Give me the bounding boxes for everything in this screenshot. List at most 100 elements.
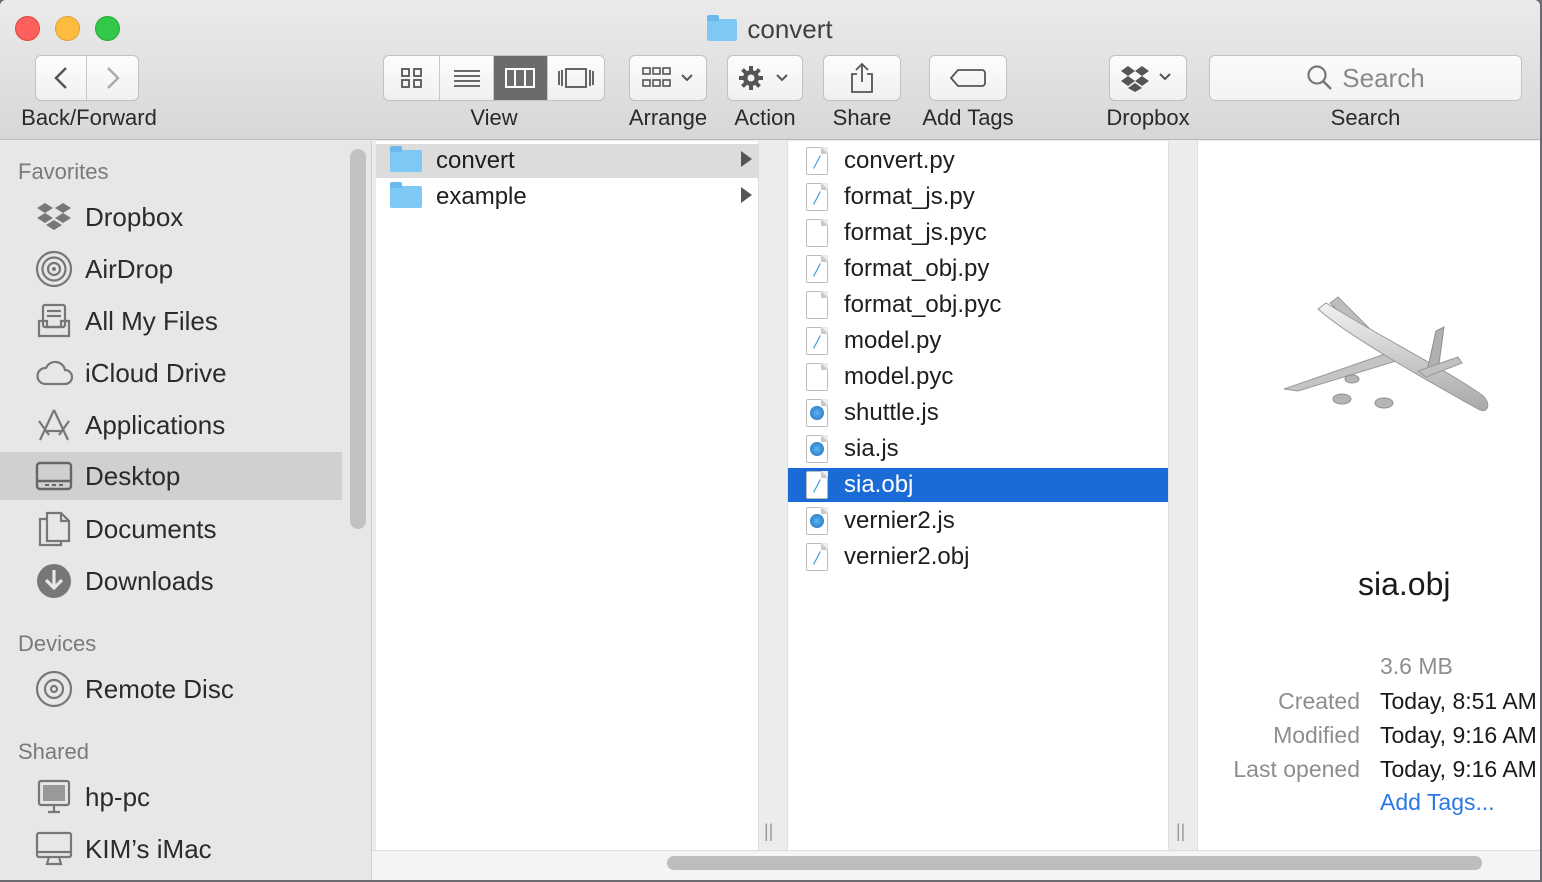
js-file-icon xyxy=(806,507,828,535)
file-row[interactable]: sia.js xyxy=(788,432,1168,466)
modified-value: Today, 9:16 AM xyxy=(1380,722,1537,748)
js-file-icon xyxy=(806,399,828,427)
sidebar-item-downloads[interactable]: Downloads xyxy=(0,557,342,605)
list-view-button[interactable] xyxy=(440,56,494,100)
script-file-icon: / xyxy=(806,255,828,283)
dropbox-icon xyxy=(1121,66,1171,92)
search-icon xyxy=(1307,65,1333,90)
script-file-icon: / xyxy=(806,543,828,571)
sidebar-item-label: Applications xyxy=(85,409,226,440)
sidebar-item-label: Downloads xyxy=(85,565,214,596)
add-tags-link[interactable]: Add Tags... xyxy=(1380,789,1495,816)
sidebar-item-all-my-files[interactable]: All My Files xyxy=(0,297,342,345)
created-value: Today, 8:51 AM xyxy=(1380,688,1537,714)
sidebar-item-icloud-drive[interactable]: iCloud Drive xyxy=(0,349,342,397)
folder-icon xyxy=(707,14,738,41)
script-file-icon: / xyxy=(806,183,828,211)
sidebar-item-desktop[interactable]: Desktop xyxy=(0,452,342,500)
folder-name: example xyxy=(436,183,527,210)
file-row[interactable]: / format_obj.py xyxy=(788,252,1168,286)
favorites-header: Favorites xyxy=(18,159,109,184)
cover-flow-button[interactable] xyxy=(548,56,604,100)
list-icon xyxy=(453,70,480,87)
action-label: Action xyxy=(734,105,796,130)
file-row[interactable]: format_obj.pyc xyxy=(788,288,1168,322)
icon-view-button[interactable] xyxy=(384,56,441,100)
file-row[interactable]: / model.py xyxy=(788,324,1168,358)
share-button[interactable] xyxy=(823,55,901,101)
dropbox-label: Dropbox xyxy=(1106,105,1190,130)
view-label: View xyxy=(470,105,518,130)
dropbox-icon xyxy=(35,198,73,236)
folder-row-convert[interactable]: convert xyxy=(376,144,758,178)
back-forward-control xyxy=(35,55,139,101)
file-row[interactable]: / convert.py xyxy=(788,144,1168,178)
file-name: shuttle.js xyxy=(844,399,939,426)
back-button[interactable] xyxy=(36,56,88,100)
airplane-preview-image xyxy=(1283,296,1489,411)
search-input[interactable]: Search xyxy=(1209,55,1522,101)
search-placeholder: Search xyxy=(1342,62,1425,93)
last-opened-value: Today, 9:16 AM xyxy=(1380,756,1537,782)
arrange-button[interactable] xyxy=(629,55,707,101)
preview-file-name: sia.obj xyxy=(1358,566,1451,602)
add-tags-label: Add Tags xyxy=(922,105,1014,130)
file-name: model.py xyxy=(844,327,942,354)
sidebar-item-documents[interactable]: Documents xyxy=(0,505,342,553)
folder-row-example[interactable]: example xyxy=(376,180,758,214)
blank-file-icon xyxy=(806,363,828,391)
sidebar-item-kims-imac[interactable]: KIM’s iMac xyxy=(0,825,342,873)
action-button[interactable] xyxy=(727,55,803,101)
file-name: format_js.py xyxy=(844,183,975,210)
file-row[interactable]: format_js.pyc xyxy=(788,216,1168,250)
file-row[interactable]: / vernier2.obj xyxy=(788,540,1168,574)
sidebar-item-label: AirDrop xyxy=(85,253,174,284)
share-icon xyxy=(851,62,873,93)
documents-icon xyxy=(35,510,73,548)
tag-icon xyxy=(949,69,986,87)
column-resize-handle[interactable]: || xyxy=(1176,821,1185,842)
add-tags-button[interactable] xyxy=(929,55,1007,101)
view-control xyxy=(383,55,605,101)
sidebar-item-label: Documents xyxy=(85,513,217,544)
file-row[interactable]: / format_js.py xyxy=(788,180,1168,214)
window-title: convert xyxy=(0,14,1540,45)
file-row[interactable]: shuttle.js xyxy=(788,396,1168,430)
sidebar-scrollbar[interactable] xyxy=(350,149,366,529)
file-name: vernier2.obj xyxy=(844,543,970,570)
file-row[interactable]: model.pyc xyxy=(788,360,1168,394)
sidebar-item-applications[interactable]: Applications xyxy=(0,401,342,449)
sidebar-item-label: hp-pc xyxy=(85,781,151,812)
all-files-icon xyxy=(35,302,73,340)
last-opened-label: Last opened xyxy=(1233,756,1360,782)
folder-icon xyxy=(390,146,422,172)
columns-icon xyxy=(505,68,536,88)
sidebar-item-hp-pc[interactable]: hp-pc xyxy=(0,773,342,821)
sidebar-item-label: Dropbox xyxy=(85,201,184,232)
sidebar-item-label: KIM’s iMac xyxy=(85,833,212,864)
sidebar-item-remote-disc[interactable]: Remote Disc xyxy=(0,665,342,713)
airdrop-icon xyxy=(35,250,73,288)
sidebar-item-dropbox[interactable]: Dropbox xyxy=(0,193,342,241)
column-folders: convert example || xyxy=(376,141,773,850)
modified-label: Modified xyxy=(1273,722,1360,748)
file-row-selected[interactable]: / sia.obj xyxy=(788,468,1168,502)
column-view-button[interactable] xyxy=(494,56,548,100)
forward-button[interactable] xyxy=(87,56,138,100)
disclosure-arrow-icon xyxy=(741,187,752,203)
sidebar-item-label: All My Files xyxy=(85,305,218,336)
file-row[interactable]: vernier2.js xyxy=(788,504,1168,538)
dropbox-button[interactable] xyxy=(1109,55,1187,101)
sidebar-item-label: Desktop xyxy=(85,460,181,491)
applications-icon xyxy=(35,406,73,444)
grid-icon xyxy=(400,68,422,88)
column-resize-handle[interactable]: || xyxy=(764,821,773,842)
arrange-label: Arrange xyxy=(628,105,708,130)
shared-header: Shared xyxy=(18,739,89,764)
script-file-icon: / xyxy=(806,147,828,175)
preview-pane: sia.obj 3.6 MB Created Today, 8:51 AM Mo… xyxy=(1197,141,1540,850)
sidebar-item-airdrop[interactable]: AirDrop xyxy=(0,245,342,293)
blank-file-icon xyxy=(806,291,828,319)
imac-icon xyxy=(35,830,73,868)
horizontal-scrollbar[interactable] xyxy=(667,856,1482,870)
